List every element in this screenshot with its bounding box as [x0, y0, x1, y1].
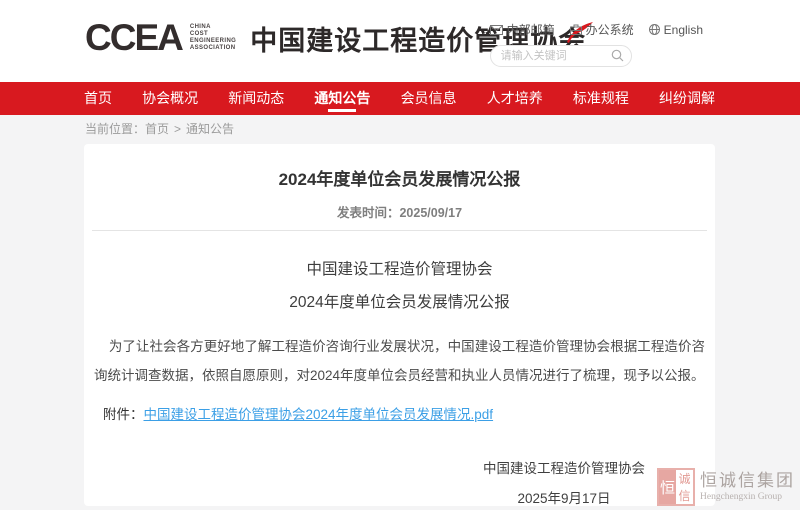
title-divider	[92, 230, 707, 231]
article-paragraph: 为了让社会各方更好地了解工程造价咨询行业发展状况，中国建设工程造价管理协会根据工…	[94, 332, 705, 390]
article-card: 2024年度单位会员发展情况公报 发表时间：2025/09/17 中国建设工程造…	[84, 144, 715, 506]
seal-char-1: 恒	[659, 470, 676, 504]
office-system-label: 办公系统	[586, 21, 634, 38]
article-heading-line2: 2024年度单位会员发展情况公报	[84, 290, 715, 312]
logo-subtext: CHINA COST ENGINEERING ASSOCIATION	[190, 24, 236, 52]
breadcrumb-prefix: 当前位置：	[85, 122, 145, 136]
breadcrumb-separator: >	[174, 122, 181, 136]
internal-mail-label: 内部邮箱	[507, 21, 555, 38]
hengchengxin-seal-icon: 恒 诚 信	[657, 468, 695, 506]
nav-inner: 首页 协会概况 新闻动态 通知公告 会员信息 人才培养 标准规程 纠纷调解	[84, 82, 715, 115]
breadcrumb-current-link[interactable]: 通知公告	[186, 122, 234, 136]
office-system-link[interactable]: 办公系统	[570, 21, 634, 38]
logo-sub-line: ENGINEERING	[190, 38, 236, 45]
article-heading-line1: 中国建设工程造价管理协会	[84, 257, 715, 279]
search-icon[interactable]	[611, 49, 624, 62]
nav-item-standards[interactable]: 标准规程	[573, 82, 629, 115]
english-link[interactable]: English	[649, 23, 703, 37]
nav-item-home[interactable]: 首页	[84, 82, 112, 115]
signature-block: 中国建设工程造价管理协会 2025年9月17日	[483, 457, 645, 507]
attachment-row: 附件：中国建设工程造价管理协会2024年度单位会员发展情况.pdf	[103, 403, 715, 423]
signature-date: 2025年9月17日	[483, 487, 645, 507]
internal-mail-link[interactable]: 内部邮箱	[490, 21, 555, 38]
attachment-label: 附件：	[103, 407, 144, 422]
nav-item-training[interactable]: 人才培养	[487, 82, 543, 115]
article-publish-date: 发表时间：2025/09/17	[84, 202, 715, 221]
seal-char-3: 信	[676, 487, 693, 504]
publish-date-value: 2025/09/17	[399, 206, 462, 220]
attachment-pdf-link[interactable]: 中国建设工程造价管理协会2024年度单位会员发展情况.pdf	[144, 407, 494, 422]
nav-item-about[interactable]: 协会概况	[142, 82, 198, 115]
logo-sub-line: ASSOCIATION	[190, 45, 236, 52]
nav-item-news[interactable]: 新闻动态	[228, 82, 284, 115]
watermark: 恒 诚 信 恒诚信集团 Hengchengxin Group	[657, 468, 795, 506]
signature-org: 中国建设工程造价管理协会	[483, 457, 645, 477]
globe-icon	[649, 24, 660, 35]
utility-links: 内部邮箱 办公系统 English	[490, 21, 703, 38]
mail-icon	[490, 25, 503, 35]
nav-item-notices[interactable]: 通知公告	[314, 82, 370, 115]
watermark-name-cn: 恒诚信集团	[700, 471, 795, 491]
publish-date-label: 发表时间：	[337, 206, 400, 220]
watermark-text: 恒诚信集团 Hengchengxin Group	[700, 471, 795, 503]
logo-acronym: CCEA	[85, 16, 182, 60]
english-label: English	[664, 23, 703, 37]
logo-sub-line: CHINA	[190, 24, 236, 31]
search-box	[490, 45, 632, 67]
main-nav: 首页 协会概况 新闻动态 通知公告 会员信息 人才培养 标准规程 纠纷调解	[0, 82, 800, 115]
article-title: 2024年度单位会员发展情况公报	[84, 144, 715, 190]
briefcase-icon	[570, 24, 582, 35]
seal-right: 诚 信	[676, 470, 693, 504]
breadcrumb-home-link[interactable]: 首页	[145, 122, 169, 136]
breadcrumb: 当前位置：首页 > 通知公告	[85, 115, 234, 144]
logo-sub-line: COST	[190, 31, 236, 38]
nav-item-members[interactable]: 会员信息	[401, 82, 457, 115]
nav-item-mediation[interactable]: 纠纷调解	[659, 82, 715, 115]
watermark-name-en: Hengchengxin Group	[700, 491, 795, 503]
header-right: 内部邮箱 办公系统 English	[490, 21, 703, 67]
site-header: CCEA CHINA COST ENGINEERING ASSOCIATION …	[0, 0, 800, 82]
seal-char-2: 诚	[676, 470, 693, 487]
